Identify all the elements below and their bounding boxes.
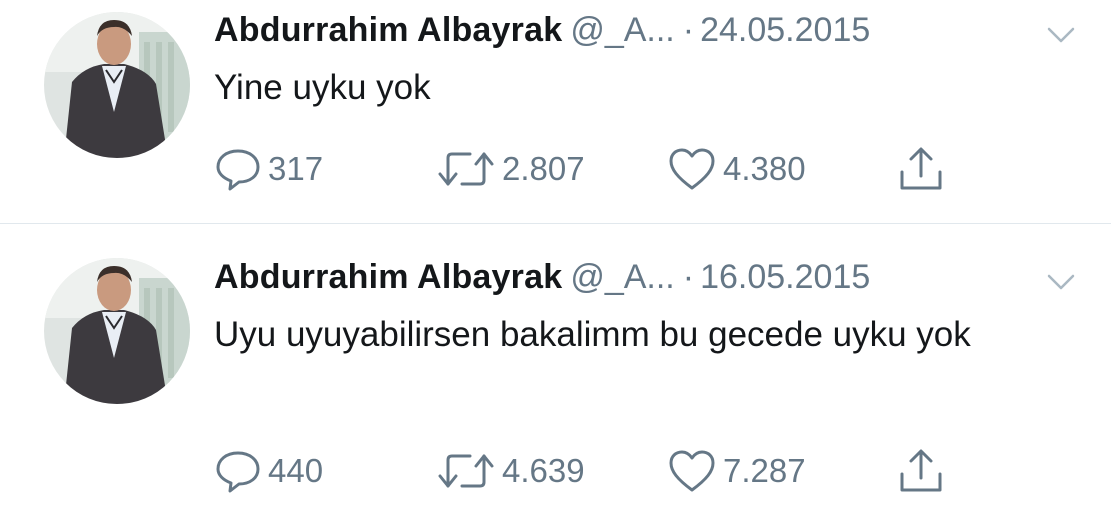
share-icon	[896, 446, 946, 496]
separator-dot: ·	[682, 11, 695, 49]
like-count: 4.380	[723, 150, 806, 187]
separator-dot: ·	[682, 258, 695, 296]
reply-icon	[214, 448, 262, 494]
author-name[interactable]: Abdurrahim Albayrak	[214, 11, 562, 49]
reply-icon	[214, 146, 262, 192]
author-name[interactable]: Abdurrahim Albayrak	[214, 258, 562, 296]
chevron-down-icon[interactable]	[1041, 263, 1081, 293]
retweet-count: 4.639	[502, 452, 585, 489]
reply-count: 440	[268, 452, 324, 489]
chevron-down-icon[interactable]	[1041, 16, 1081, 46]
retweet-icon	[436, 448, 496, 494]
avatar[interactable]	[44, 258, 190, 404]
like-button[interactable]: 4.380	[667, 144, 806, 194]
tweet[interactable]: Abdurrahim Albayrak @_A... · 24.05.2015 Yin…	[0, 0, 1111, 224]
tweet-header: Abdurrahim Albayrak @_A... · 24.05.2015	[214, 8, 1081, 52]
retweet-count: 2.807	[502, 150, 585, 187]
like-count: 7.287	[723, 452, 806, 489]
reply-button[interactable]: 317	[214, 144, 323, 194]
like-icon	[667, 146, 717, 192]
retweet-button[interactable]: 4.639	[436, 446, 585, 496]
author-handle[interactable]: @_A...	[570, 258, 674, 296]
like-button[interactable]: 7.287	[667, 446, 806, 496]
tweet-date[interactable]: 24.05.2015	[700, 11, 870, 49]
share-button[interactable]	[896, 446, 946, 496]
tweet-actions: 440 4.639 7.287	[214, 446, 1014, 496]
tweet-date[interactable]: 16.05.2015	[700, 258, 870, 296]
retweet-button[interactable]: 2.807	[436, 144, 585, 194]
tweet-actions: 317 2.807 4.380	[214, 144, 1014, 194]
share-button[interactable]	[896, 144, 946, 194]
author-handle[interactable]: @_A...	[570, 11, 674, 49]
tweet[interactable]: Abdurrahim Albayrak @_A... · 16.05.2015 Uyu…	[0, 224, 1111, 509]
reply-count: 317	[268, 150, 324, 187]
tweet-text: Yine uyku yok	[214, 68, 431, 107]
reply-button[interactable]: 440	[214, 446, 323, 496]
retweet-icon	[436, 146, 496, 192]
avatar[interactable]	[44, 12, 190, 158]
tweet-text: Uyu uyuyabilirsen bakalimm bu gecede uyk…	[214, 315, 971, 354]
tweet-header: Abdurrahim Albayrak @_A... · 16.05.2015	[214, 255, 1081, 299]
like-icon	[667, 448, 717, 494]
share-icon	[896, 144, 946, 194]
